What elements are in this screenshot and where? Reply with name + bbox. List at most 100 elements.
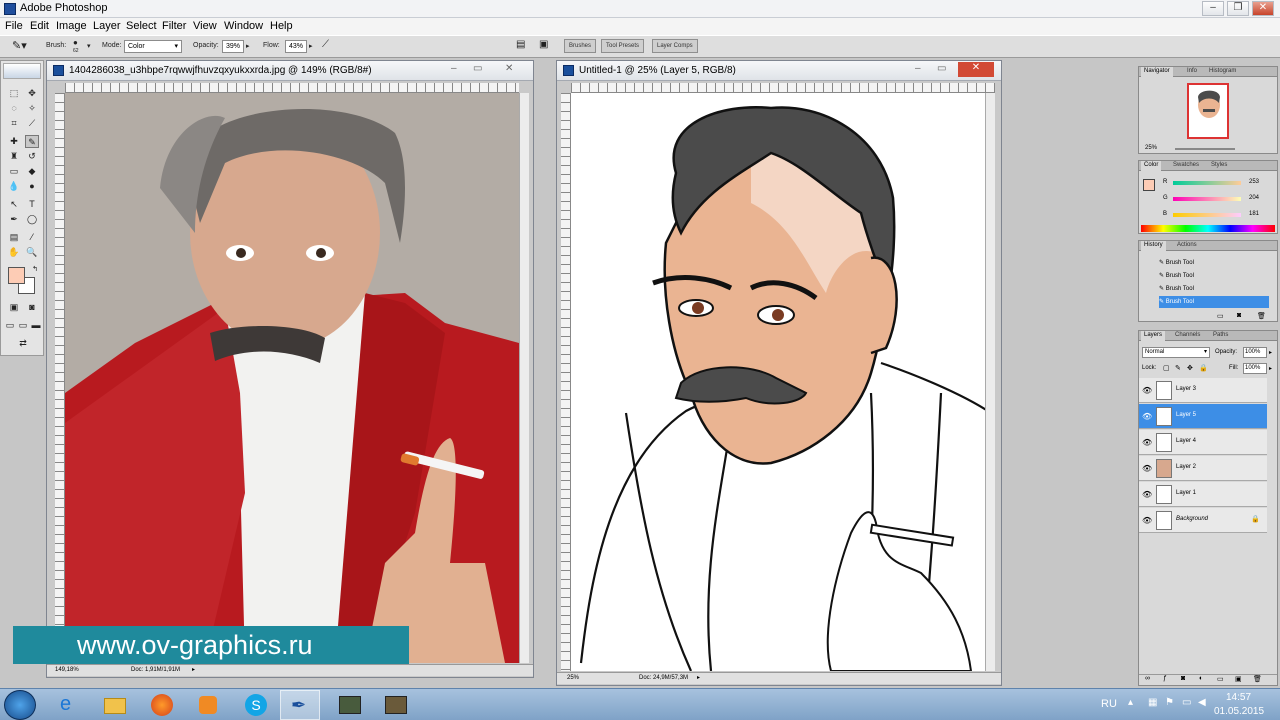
type-tool-icon[interactable]: T [25, 198, 39, 211]
lock-all-icon[interactable]: 🔒 [1199, 364, 1208, 372]
tab-paths[interactable]: Paths [1213, 332, 1228, 338]
chevron-right-icon[interactable]: ▸ [1269, 365, 1272, 372]
eye-icon[interactable]: 👁 [1142, 386, 1152, 395]
start-button[interactable] [4, 690, 36, 720]
history-brush-icon[interactable]: ↺ [25, 150, 39, 163]
internet-explorer-icon[interactable]: e [50, 690, 90, 720]
menu-window[interactable]: Window [224, 20, 263, 32]
layer-opacity-input[interactable]: 100% [1243, 347, 1267, 358]
layer-row[interactable]: 👁 Layer 1 [1139, 482, 1267, 507]
eye-icon[interactable]: 👁 [1142, 464, 1152, 473]
tab-layers[interactable]: Layers [1141, 331, 1166, 341]
menu-edit[interactable]: Edit [30, 20, 49, 32]
navigator-thumbnail[interactable] [1187, 83, 1229, 139]
history-item[interactable]: ✎ Brush Tool [1159, 270, 1269, 282]
eraser-tool-icon[interactable]: ▭ [7, 165, 21, 178]
menu-file[interactable]: File [5, 20, 23, 32]
vertical-scrollbar[interactable] [985, 93, 995, 671]
red-slider[interactable] [1173, 181, 1241, 185]
layer-mask-icon[interactable]: ◙ [1181, 675, 1185, 682]
tab-histogram[interactable]: Histogram [1209, 68, 1236, 74]
notes-tool-icon[interactable]: ▤ [7, 231, 21, 244]
flow-input[interactable]: 43% [285, 40, 307, 53]
network-icon[interactable]: ▦ [1148, 697, 1157, 708]
screen-mode-standard-icon[interactable]: ▭ [3, 319, 17, 332]
layer-row-selected[interactable]: 👁 Layer 5 [1139, 404, 1267, 429]
photoshop-taskbar-icon[interactable]: ✒ [280, 690, 320, 720]
layer-row[interactable]: 👁 Layer 3 [1139, 378, 1267, 403]
screen-mode-full-menu-icon[interactable]: ▭ [16, 319, 30, 332]
new-group-icon[interactable]: ▭ [1217, 675, 1224, 683]
color-ramp[interactable] [1141, 225, 1275, 232]
clone-stamp-icon[interactable]: ♜ [7, 150, 21, 163]
vertical-scrollbar[interactable] [519, 93, 529, 663]
palette-well-icon[interactable]: ▣ [539, 39, 548, 50]
link-layers-icon[interactable]: ∞ [1145, 675, 1150, 682]
lock-transparency-icon[interactable]: ▢ [1163, 364, 1170, 372]
eye-icon[interactable]: 👁 [1142, 490, 1152, 499]
history-item[interactable]: ✎ Brush Tool [1159, 283, 1269, 295]
chevron-right-icon[interactable]: ▸ [697, 673, 700, 683]
standard-mode-icon[interactable]: ▣ [7, 301, 21, 314]
trash-icon[interactable]: 🗑 [1253, 675, 1262, 683]
eyedropper-icon[interactable]: ⁄ [25, 231, 39, 244]
skype-icon[interactable]: S [236, 690, 276, 720]
app-taskbar-icon[interactable] [376, 690, 416, 720]
close-button[interactable]: ✕ [1252, 1, 1274, 16]
brush-tool-icon[interactable]: ✎▾ [12, 39, 27, 52]
shape-tool-icon[interactable]: ◯ [25, 213, 39, 226]
adobe-online-icon[interactable] [3, 63, 41, 79]
chevron-right-icon[interactable]: ▸ [192, 665, 195, 675]
green-slider[interactable] [1173, 197, 1241, 201]
eye-icon[interactable]: 👁 [1142, 516, 1152, 525]
close-icon[interactable]: ✕ [505, 63, 513, 74]
blur-tool-icon[interactable]: 💧 [7, 180, 21, 193]
volume-icon[interactable]: ◀ [1198, 697, 1206, 708]
menu-select[interactable]: Select [126, 20, 157, 32]
close-icon[interactable]: ✕ [958, 62, 994, 77]
tab-actions[interactable]: Actions [1177, 242, 1197, 248]
minimize-button[interactable]: – [1202, 1, 1224, 16]
menu-help[interactable]: Help [270, 20, 293, 32]
zoom-level[interactable]: 25% [567, 673, 579, 683]
navigator-zoom[interactable]: 25% [1145, 145, 1157, 151]
tab-navigator[interactable]: Navigator [1141, 67, 1173, 77]
flag-icon[interactable]: ⚑ [1165, 697, 1174, 708]
swap-colors-icon[interactable]: ↰ [28, 263, 42, 276]
maximize-icon[interactable]: ▭ [937, 63, 946, 74]
monitor-icon[interactable]: ▭ [1182, 697, 1191, 708]
lock-position-icon[interactable]: ✥ [1187, 364, 1193, 372]
brush-tool-icon[interactable]: ✎ [25, 135, 39, 148]
tab-tool-presets[interactable]: Tool Presets [601, 39, 645, 53]
file-browser-icon[interactable]: ▤ [516, 39, 525, 50]
chevron-right-icon[interactable]: ▸ [1269, 349, 1272, 356]
navigator-zoom-slider[interactable] [1175, 148, 1235, 150]
tab-styles[interactable]: Styles [1211, 162, 1227, 168]
clock-time[interactable]: 14:57 [1226, 692, 1251, 703]
tab-info[interactable]: Info [1187, 68, 1197, 74]
opacity-input[interactable]: 39% [222, 40, 244, 53]
flow-slider-icon[interactable]: ▸ [309, 42, 313, 50]
hand-tool-icon[interactable]: ✋ [7, 246, 21, 259]
pen-tool-icon[interactable]: ✒ [7, 213, 21, 226]
menu-layer[interactable]: Layer [93, 20, 121, 32]
brush-preset-icon[interactable]: ● [73, 38, 78, 47]
minimize-icon[interactable]: – [451, 63, 457, 74]
screen-mode-full-icon[interactable]: ▬ [29, 319, 43, 332]
menu-view[interactable]: View [193, 20, 217, 32]
lock-image-icon[interactable]: ✎ [1175, 364, 1181, 372]
adjustment-layer-icon[interactable]: ◐ [1199, 675, 1203, 682]
tab-channels[interactable]: Channels [1175, 332, 1200, 338]
dodge-tool-icon[interactable]: ● [25, 180, 39, 193]
crop-tool-icon[interactable]: ⌗ [7, 117, 21, 130]
language-indicator[interactable]: RU [1101, 698, 1117, 710]
chevron-down-icon[interactable]: ▾ [87, 42, 91, 50]
new-document-icon[interactable]: ▭ [1217, 312, 1224, 320]
file-explorer-icon[interactable] [96, 690, 136, 720]
tab-history[interactable]: History [1141, 241, 1166, 251]
drawing-canvas[interactable] [571, 93, 995, 671]
path-select-icon[interactable]: ↖ [7, 198, 21, 211]
history-item[interactable]: ✎ Brush Tool [1159, 257, 1269, 269]
channel-g-value[interactable]: 204 [1249, 195, 1259, 201]
menu-image[interactable]: Image [56, 20, 87, 32]
